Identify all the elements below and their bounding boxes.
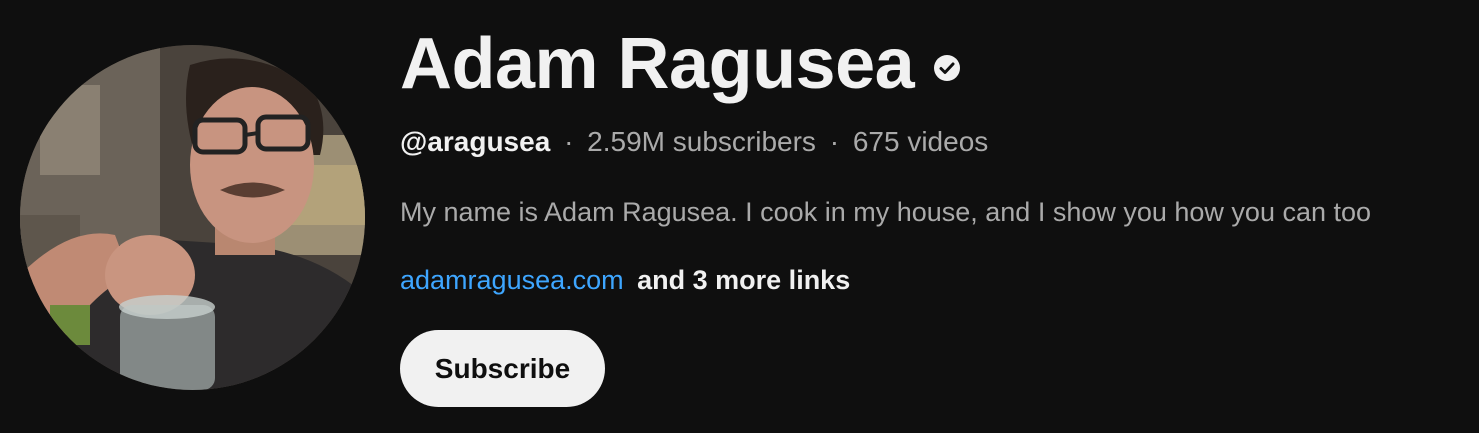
channel-handle: @aragusea <box>400 126 551 157</box>
channel-header: Adam Ragusea @aragusea · 2.59M subscribe… <box>0 0 1479 433</box>
meta-separator: · <box>564 126 574 157</box>
channel-name: Adam Ragusea <box>400 24 915 104</box>
channel-description[interactable]: My name is Adam Ragusea. I cook in my ho… <box>400 194 1371 230</box>
video-count: 675 videos <box>852 126 989 157</box>
meta-separator: · <box>829 126 840 157</box>
subscriber-count: 2.59M subscribers <box>587 126 816 157</box>
channel-meta: @aragusea · 2.59M subscribers · 675 vide… <box>400 124 988 160</box>
channel-links: adamragusea.com and 3 more links <box>400 262 850 298</box>
more-links-button[interactable]: and 3 more links <box>637 265 850 295</box>
verified-check-icon[interactable] <box>934 55 961 81</box>
avatar-photo <box>20 45 365 390</box>
website-link[interactable]: adamragusea.com <box>400 265 624 295</box>
subscribe-button[interactable]: Subscribe <box>400 330 605 407</box>
channel-avatar[interactable] <box>20 45 365 390</box>
channel-title-row: Adam Ragusea <box>400 22 961 106</box>
